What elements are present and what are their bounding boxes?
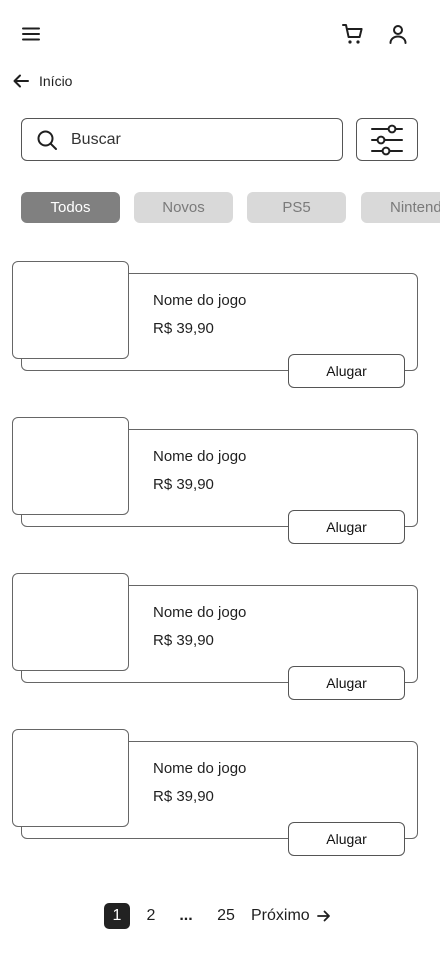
sliders-icon: [371, 124, 403, 155]
category-chips: Todos Novos PS5 Nintendo: [21, 192, 440, 223]
page-ellipsis: ...: [179, 907, 193, 924]
menu-icon[interactable]: [19, 22, 43, 46]
product-name: Nome do jogo: [153, 604, 247, 621]
rent-button[interactable]: Alugar: [288, 666, 405, 700]
arrow-left-icon: [13, 74, 29, 88]
product-name: Nome do jogo: [153, 292, 247, 309]
pagination: 1 2 ... 25 Próximo: [0, 903, 440, 929]
chip-novos[interactable]: Novos: [134, 192, 233, 223]
product-card: Nome do jogo R$ 39,90 Alugar: [12, 573, 419, 701]
user-icon[interactable]: [386, 22, 410, 46]
game-list-screen: Início Todos Novos PS5 Nintendo Nome do …: [0, 0, 440, 956]
search-input[interactable]: [71, 130, 311, 149]
product-price: R$ 39,90: [153, 320, 214, 337]
chip-todos[interactable]: Todos: [21, 192, 120, 223]
product-price: R$ 39,90: [153, 788, 214, 805]
breadcrumb-back-link[interactable]: Início: [12, 70, 72, 92]
product-image-placeholder: [12, 417, 129, 515]
next-page-button[interactable]: Próximo: [251, 903, 341, 929]
filter-button[interactable]: [356, 118, 418, 161]
search-box[interactable]: [21, 118, 343, 161]
chip-nintendo[interactable]: Nintendo: [361, 192, 440, 223]
product-price: R$ 39,90: [153, 476, 214, 493]
product-image-placeholder: [12, 729, 129, 827]
product-image-placeholder: [12, 261, 129, 359]
rent-button[interactable]: Alugar: [288, 510, 405, 544]
product-name: Nome do jogo: [153, 760, 247, 777]
rent-button[interactable]: Alugar: [288, 354, 405, 388]
product-card: Nome do jogo R$ 39,90 Alugar: [12, 417, 419, 545]
product-card: Nome do jogo R$ 39,90 Alugar: [12, 729, 419, 857]
product-card: Nome do jogo R$ 39,90 Alugar: [12, 261, 419, 389]
next-page-label: Próximo: [251, 907, 310, 924]
search-icon: [37, 130, 57, 150]
page-1-button[interactable]: 1: [104, 903, 130, 929]
breadcrumb-label: Início: [39, 73, 73, 89]
product-price: R$ 39,90: [153, 632, 214, 649]
product-image-placeholder: [12, 573, 129, 671]
rent-button[interactable]: Alugar: [288, 822, 405, 856]
page-2-button[interactable]: 2: [141, 903, 161, 929]
product-name: Nome do jogo: [153, 448, 247, 465]
chip-ps5[interactable]: PS5: [247, 192, 346, 223]
cart-icon[interactable]: [341, 22, 365, 46]
page-25-button[interactable]: 25: [214, 903, 238, 929]
arrow-right-icon: [316, 910, 330, 922]
